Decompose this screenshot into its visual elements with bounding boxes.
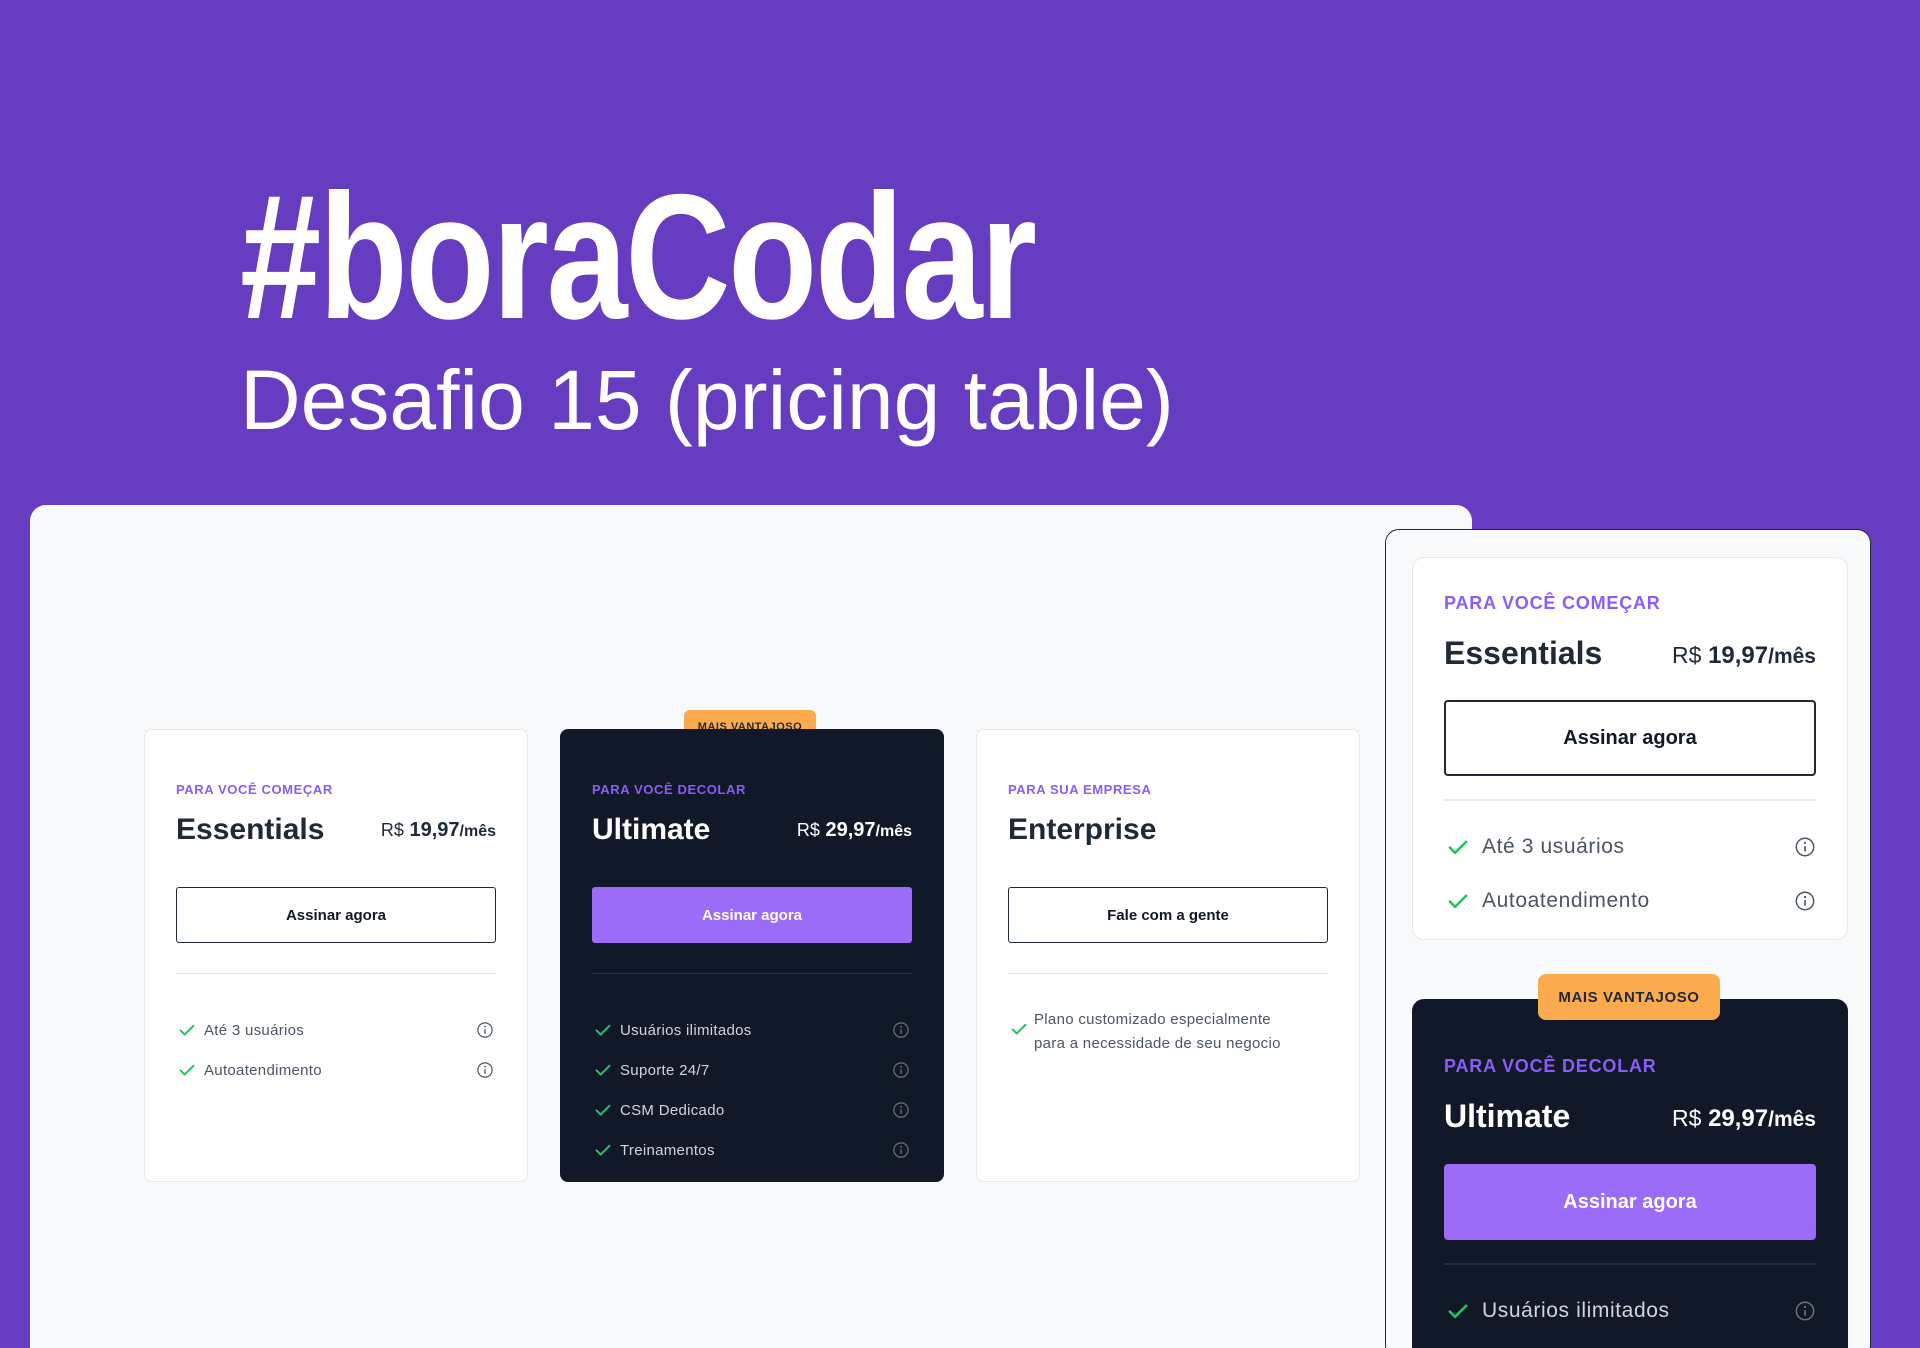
hero-subtitle: Desafio 15 (pricing table) <box>240 353 1174 447</box>
subscribe-button[interactable]: Assinar agora <box>592 887 912 943</box>
divider <box>592 973 912 974</box>
feature-label: Treinamentos <box>620 1141 715 1159</box>
feature-item: Até 3 usuários <box>1444 820 1816 874</box>
info-icon[interactable] <box>892 1021 910 1039</box>
plan-name: Ultimate <box>592 813 711 846</box>
feature-label: Autoatendimento <box>1482 889 1650 912</box>
info-icon[interactable] <box>1794 890 1816 912</box>
plan-card-ultimate: PARA VOCÊ DECOLAR Ultimate R$ 29,97/mês … <box>560 729 944 1182</box>
info-icon[interactable] <box>892 1061 910 1079</box>
check-icon <box>1448 894 1468 909</box>
hero-title: #boraCodar <box>240 157 1037 356</box>
feature-item: CSM Dedicado <box>592 1090 912 1130</box>
feature-item: Treinamentos <box>592 1130 912 1170</box>
check-icon <box>179 1064 195 1076</box>
most-advantageous-badge: MAIS VANTAJOSO <box>1538 974 1720 1020</box>
feature-label: Usuários ilimitados <box>620 1021 752 1039</box>
feature-label: Autoatendimento <box>204 1061 322 1079</box>
divider <box>1444 1263 1816 1265</box>
price-amount: 19,97 <box>409 819 460 841</box>
price-currency: R$ <box>1671 1105 1702 1131</box>
feature-item: Autoatendimento <box>176 1050 496 1090</box>
mobile-preview: PARA VOCÊ COMEÇAR Essentials R$ 19,97/mê… <box>1385 529 1871 1348</box>
mobile-plan-card-ultimate: PARA VOCÊ DECOLAR Ultimate R$ 29,97/mês … <box>1412 999 1848 1348</box>
check-icon <box>595 1144 611 1156</box>
check-icon <box>595 1064 611 1076</box>
price-currency: R$ <box>1671 642 1702 668</box>
feature-item: Usuários ilimitados <box>1444 1284 1816 1338</box>
info-icon[interactable] <box>476 1021 494 1039</box>
plan-eyebrow: PARA VOCÊ DECOLAR <box>592 782 746 797</box>
feature-label: Suporte 24/7 <box>620 1061 710 1079</box>
info-icon[interactable] <box>1794 1300 1816 1322</box>
feature-list: Até 3 usuários Autoatendimento <box>176 1010 496 1090</box>
plan-card-enterprise: PARA SUA EMPRESA Enterprise Fale com a g… <box>976 729 1360 1182</box>
check-icon <box>595 1024 611 1036</box>
description-line: para a necessidade de seu negocio <box>1034 1035 1281 1052</box>
check-icon <box>1011 1023 1027 1035</box>
price-period: /mês <box>1768 645 1816 668</box>
plan-price: R$ 19,97/mês <box>381 819 496 842</box>
feature-label: Usuários ilimitados <box>1482 1299 1670 1322</box>
plan-name: Enterprise <box>1008 813 1157 846</box>
check-icon <box>595 1104 611 1116</box>
plan-eyebrow: PARA VOCÊ COMEÇAR <box>176 782 333 797</box>
plan-card-essentials: PARA VOCÊ COMEÇAR Essentials R$ 19,97/mê… <box>144 729 528 1182</box>
check-icon <box>1448 840 1468 855</box>
divider <box>176 973 496 974</box>
info-icon[interactable] <box>1794 836 1816 858</box>
subscribe-button[interactable]: Assinar agora <box>176 887 496 943</box>
mobile-plan-card-essentials: PARA VOCÊ COMEÇAR Essentials R$ 19,97/mê… <box>1412 557 1848 940</box>
subscribe-button[interactable]: Assinar agora <box>1444 1164 1816 1240</box>
feature-list: Usuários ilimitados Suporte 24/7 <box>1444 1284 1816 1348</box>
feature-item: Suporte 24/7 <box>592 1050 912 1090</box>
plan-name: Essentials <box>176 813 325 846</box>
feature-label: Até 3 usuários <box>204 1021 305 1039</box>
subscribe-button[interactable]: Assinar agora <box>1444 700 1816 776</box>
feature-list: Até 3 usuários Autoatendimento <box>1444 820 1816 928</box>
plan-name: Essentials <box>1444 635 1603 671</box>
price-amount: 19,97 <box>1708 642 1769 669</box>
contact-us-button[interactable]: Fale com a gente <box>1008 887 1328 943</box>
feature-label: Até 3 usuários <box>1482 835 1625 858</box>
price-currency: R$ <box>380 820 404 840</box>
check-icon <box>1448 1304 1468 1319</box>
feature-item: Usuários ilimitados <box>592 1010 912 1050</box>
feature-item: Autoatendimento <box>1444 874 1816 928</box>
info-icon[interactable] <box>892 1101 910 1119</box>
plan-eyebrow: PARA SUA EMPRESA <box>1008 782 1152 797</box>
feature-label: CSM Dedicado <box>620 1101 725 1119</box>
price-period: /mês <box>875 823 912 840</box>
price-period: /mês <box>459 823 496 840</box>
check-icon <box>179 1024 195 1036</box>
plan-description: Plano customizado especialmente para a n… <box>1034 1008 1334 1056</box>
plan-eyebrow: PARA VOCÊ COMEÇAR <box>1444 593 1661 613</box>
feature-item: Suporte 24/7 <box>1444 1338 1816 1348</box>
price-amount: 29,97 <box>1708 1105 1769 1132</box>
price-amount: 29,97 <box>825 819 876 841</box>
info-icon[interactable] <box>892 1141 910 1159</box>
price-period: /mês <box>1768 1108 1816 1131</box>
plan-price: R$ 29,97/mês <box>797 819 912 842</box>
divider <box>1008 973 1328 974</box>
description-line: Plano customizado especialmente <box>1034 1011 1271 1028</box>
plan-eyebrow: PARA VOCÊ DECOLAR <box>1444 1056 1657 1076</box>
plan-price: R$ 19,97/mês <box>1672 642 1816 670</box>
plan-price: R$ 29,97/mês <box>1672 1105 1816 1133</box>
feature-list: Usuários ilimitados Suporte 24/7 CSM Ded… <box>592 1010 912 1170</box>
plan-name: Ultimate <box>1444 1098 1571 1134</box>
divider <box>1444 799 1816 801</box>
info-icon[interactable] <box>476 1061 494 1079</box>
price-currency: R$ <box>796 820 820 840</box>
feature-item: Até 3 usuários <box>176 1010 496 1050</box>
